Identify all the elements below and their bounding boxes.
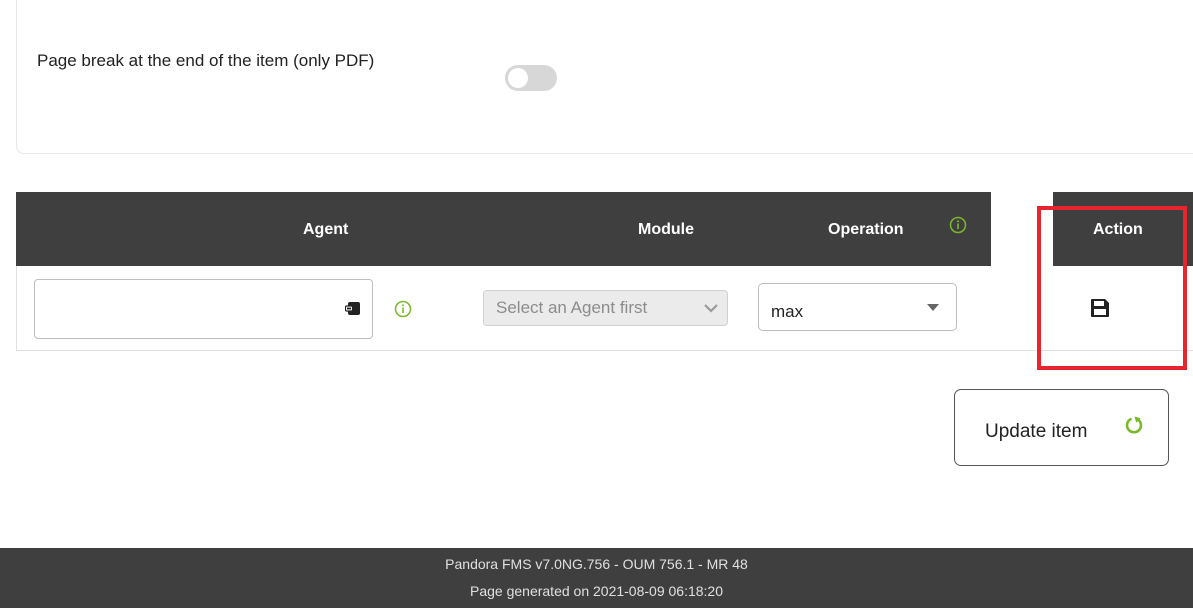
operation-info-icon[interactable] xyxy=(949,216,967,239)
footer-generated-time: Page generated on 2021-08-09 06:18:20 xyxy=(470,583,723,599)
refresh-icon xyxy=(1125,416,1143,434)
column-header-action: Action xyxy=(1093,221,1143,238)
operation-select[interactable]: max xyxy=(758,283,957,331)
report-item-editor: Page break at the end of the item (only … xyxy=(0,0,1193,608)
chevron-down-icon xyxy=(704,304,718,313)
column-header-agent: Agent xyxy=(303,221,349,238)
page-break-label: Page break at the end of the item (only … xyxy=(37,51,375,70)
update-item-button[interactable]: Update item xyxy=(954,389,1169,466)
operation-select-value: max xyxy=(771,302,804,321)
module-select-placeholder: Select an Agent first xyxy=(496,298,648,317)
module-select[interactable]: Select an Agent first xyxy=(483,290,728,326)
agent-selector-icon[interactable] xyxy=(344,300,362,317)
toggle-knob xyxy=(508,68,528,88)
column-header-operation: Operation xyxy=(828,221,904,238)
page-footer: Pandora FMS v7.0NG.756 - OUM 756.1 - MR … xyxy=(0,548,1193,608)
column-header-module: Module xyxy=(638,221,694,238)
update-item-label: Update item xyxy=(985,421,1088,442)
footer-version: Pandora FMS v7.0NG.756 - OUM 756.1 - MR … xyxy=(445,556,748,572)
floppy-disk-icon[interactable] xyxy=(1089,297,1111,319)
caret-down-icon xyxy=(927,304,939,311)
table-header: Agent Module Operation Action xyxy=(16,178,1193,366)
agent-input[interactable] xyxy=(34,279,373,339)
page-break-toggle[interactable] xyxy=(505,65,557,91)
agent-info-icon[interactable] xyxy=(394,300,412,323)
